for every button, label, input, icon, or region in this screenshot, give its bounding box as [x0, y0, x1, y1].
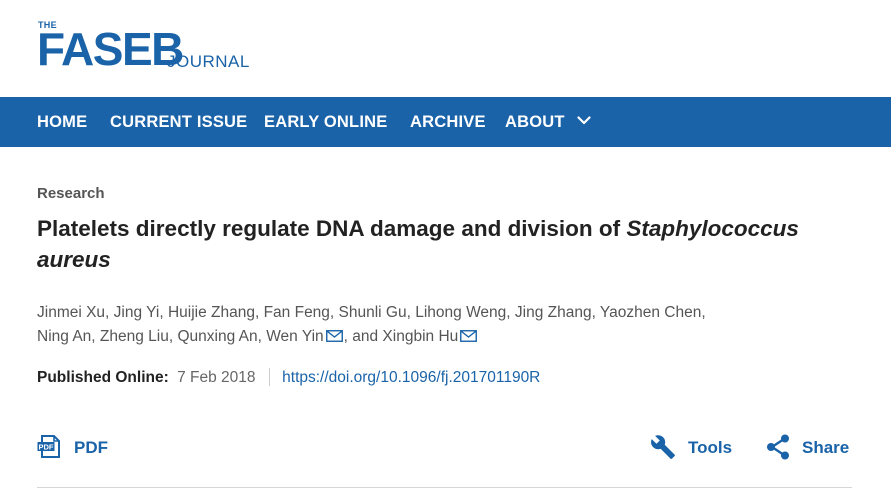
tools-label: Tools [688, 438, 733, 457]
authors-line-2: Ning An, Zheng Liu, Qunxing An, Wen Yin,… [37, 325, 837, 349]
tools-button[interactable]: Tools [650, 433, 732, 463]
nav-about[interactable]: ABOUT [505, 97, 592, 147]
author-list: Jinmei Xu, Jing Yi, Huijie Zhang, Fan Fe… [37, 301, 837, 349]
nav-current-issue[interactable]: CURRENT ISSUE [110, 97, 247, 147]
svg-text:PDF: PDF [39, 443, 54, 452]
pdf-button[interactable]: PDF PDF [37, 433, 108, 463]
mail-icon[interactable] [325, 329, 343, 342]
faseb-journal-logo[interactable]: THE FASEB JOURNAL [37, 16, 297, 86]
chevron-down-icon [577, 116, 592, 125]
logo-faseb-text: FASEB [37, 23, 184, 75]
share-button[interactable]: Share [766, 433, 849, 463]
mail-icon[interactable] [460, 329, 478, 342]
published-label: Published Online: [37, 369, 169, 387]
authors-line-2-part-b: , and Xingbin Hu [343, 328, 459, 345]
share-label: Share [802, 438, 850, 457]
divider [268, 368, 270, 386]
logo-journal-text: JOURNAL [167, 52, 250, 71]
authors-line-2-part-a: Ning An, Zheng Liu, Qunxing An, Wen Yin [37, 328, 324, 345]
pdf-icon: PDF [37, 435, 60, 459]
pdf-label: PDF [74, 438, 108, 457]
nav-about-label: ABOUT [505, 113, 565, 131]
wrench-icon [651, 434, 675, 459]
nav-early-online[interactable]: EARLY ONLINE [264, 97, 387, 147]
publication-info: Published Online: 7 Feb 2018 https://doi… [37, 368, 540, 387]
article-title-text: Platelets directly regulate DNA damage a… [37, 216, 627, 241]
published-date: 7 Feb 2018 [177, 369, 256, 387]
nav-archive[interactable]: ARCHIVE [410, 97, 486, 147]
authors-line-1: Jinmei Xu, Jing Yi, Huijie Zhang, Fan Fe… [37, 304, 706, 321]
article-title: Platelets directly regulate DNA damage a… [37, 213, 852, 275]
share-icon [767, 434, 789, 460]
main-nav: HOME CURRENT ISSUE EARLY ONLINE ARCHIVE … [0, 97, 891, 147]
doi-link[interactable]: https://doi.org/10.1096/fj.201701190R [282, 369, 540, 386]
divider [37, 487, 852, 488]
article-type: Research [37, 185, 105, 202]
nav-home[interactable]: HOME [37, 97, 87, 147]
